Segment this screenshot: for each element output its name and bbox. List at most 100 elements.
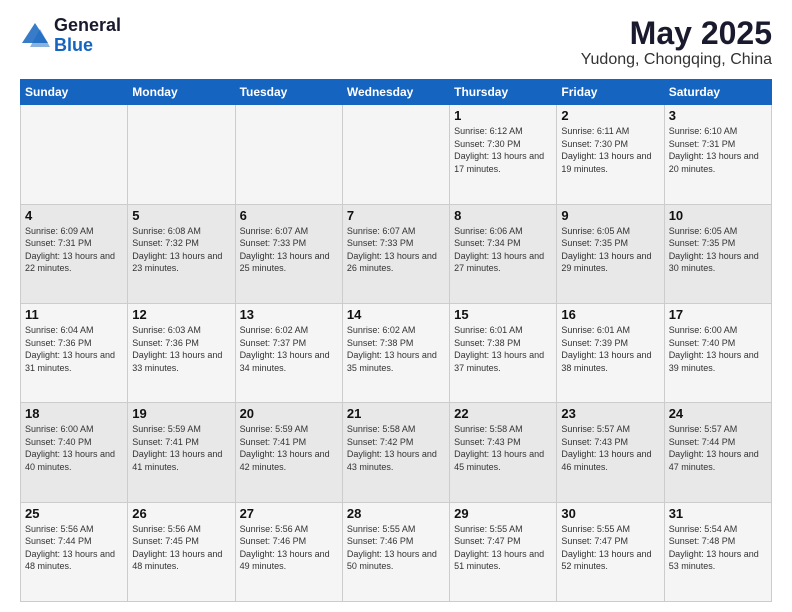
calendar-cell: 6Sunrise: 6:07 AM Sunset: 7:33 PM Daylig… [235, 204, 342, 303]
day-info: Sunrise: 6:01 AM Sunset: 7:38 PM Dayligh… [454, 324, 552, 374]
weekday-header-monday: Monday [128, 80, 235, 105]
calendar-cell: 5 Sunrise: 6:08 AM Sunset: 7:32 PM Daylig… [128, 204, 235, 303]
day-number: 5 [132, 208, 230, 223]
calendar-cell: 20Sunrise: 5:59 AM Sunset: 7:41 PM Dayli… [235, 403, 342, 502]
logo-general: General [54, 16, 121, 36]
day-number: 30 [561, 506, 659, 521]
day-number: 25 [25, 506, 123, 521]
calendar-cell: 31 Sunrise: 5:54 AM Sunset: 7:48 PM Dayli… [664, 502, 771, 601]
day-info: Sunrise: 6:08 AM Sunset: 7:32 PM Dayligh… [132, 225, 230, 275]
logo-blue: Blue [54, 36, 121, 56]
day-info: Sunrise: 6:04 AM Sunset: 7:36 PM Dayligh… [25, 324, 123, 374]
calendar-cell: 21 Sunrise: 5:58 AM Sunset: 7:42 PM Dayli… [342, 403, 449, 502]
day-number: 18 [25, 406, 123, 421]
day-info: Sunrise: 6:03 AM Sunset: 7:36 PM Dayligh… [132, 324, 230, 374]
day-number: 24 [669, 406, 767, 421]
calendar-cell: 1Sunrise: 6:12 AM Sunset: 7:30 PM Daylig… [450, 105, 557, 204]
day-info: Sunrise: 6:00 AM Sunset: 7:40 PM Dayligh… [25, 423, 123, 473]
calendar-cell: 3 Sunrise: 6:10 AM Sunset: 7:31 PM Daylig… [664, 105, 771, 204]
day-info: Sunrise: 5:56 AM Sunset: 7:45 PM Dayligh… [132, 523, 230, 573]
day-number: 29 [454, 506, 552, 521]
calendar-cell: 9 Sunrise: 6:05 AM Sunset: 7:35 PM Daylig… [557, 204, 664, 303]
day-number: 8 [454, 208, 552, 223]
day-info: Sunrise: 5:57 AM Sunset: 7:44 PM Dayligh… [669, 423, 767, 473]
day-info: Sunrise: 6:05 AM Sunset: 7:35 PM Dayligh… [669, 225, 767, 275]
calendar-cell: 14 Sunrise: 6:02 AM Sunset: 7:38 PM Dayli… [342, 303, 449, 402]
week-row-1: 1Sunrise: 6:12 AM Sunset: 7:30 PM Daylig… [21, 105, 772, 204]
calendar-cell: 29 Sunrise: 5:55 AM Sunset: 7:47 PM Dayli… [450, 502, 557, 601]
day-number: 9 [561, 208, 659, 223]
day-number: 19 [132, 406, 230, 421]
weekday-header-wednesday: Wednesday [342, 80, 449, 105]
day-info: Sunrise: 5:55 AM Sunset: 7:47 PM Dayligh… [454, 523, 552, 573]
day-info: Sunrise: 5:55 AM Sunset: 7:47 PM Dayligh… [561, 523, 659, 573]
day-number: 16 [561, 307, 659, 322]
day-info: Sunrise: 6:06 AM Sunset: 7:34 PM Dayligh… [454, 225, 552, 275]
calendar-cell: 18 Sunrise: 6:00 AM Sunset: 7:40 PM Dayli… [21, 403, 128, 502]
day-info: Sunrise: 6:02 AM Sunset: 7:38 PM Dayligh… [347, 324, 445, 374]
day-number: 11 [25, 307, 123, 322]
calendar-cell: 25 Sunrise: 5:56 AM Sunset: 7:44 PM Dayli… [21, 502, 128, 601]
week-row-5: 25 Sunrise: 5:56 AM Sunset: 7:44 PM Dayli… [21, 502, 772, 601]
day-number: 15 [454, 307, 552, 322]
page: General Blue May 2025 Yudong, Chongqing,… [0, 0, 792, 612]
day-number: 2 [561, 108, 659, 123]
day-info: Sunrise: 6:00 AM Sunset: 7:40 PM Dayligh… [669, 324, 767, 374]
day-number: 26 [132, 506, 230, 521]
weekday-header-friday: Friday [557, 80, 664, 105]
day-info: Sunrise: 6:09 AM Sunset: 7:31 PM Dayligh… [25, 225, 123, 275]
calendar-cell [21, 105, 128, 204]
day-info: Sunrise: 6:11 AM Sunset: 7:30 PM Dayligh… [561, 125, 659, 175]
weekday-header-sunday: Sunday [21, 80, 128, 105]
calendar-cell: 13Sunrise: 6:02 AM Sunset: 7:37 PM Dayli… [235, 303, 342, 402]
calendar-cell: 30 Sunrise: 5:55 AM Sunset: 7:47 PM Dayli… [557, 502, 664, 601]
day-number: 17 [669, 307, 767, 322]
calendar-cell: 23Sunrise: 5:57 AM Sunset: 7:43 PM Dayli… [557, 403, 664, 502]
day-info: Sunrise: 5:55 AM Sunset: 7:46 PM Dayligh… [347, 523, 445, 573]
day-info: Sunrise: 5:56 AM Sunset: 7:46 PM Dayligh… [240, 523, 338, 573]
day-number: 31 [669, 506, 767, 521]
day-number: 28 [347, 506, 445, 521]
calendar-cell: 17 Sunrise: 6:00 AM Sunset: 7:40 PM Dayli… [664, 303, 771, 402]
day-info: Sunrise: 6:07 AM Sunset: 7:33 PM Dayligh… [347, 225, 445, 275]
calendar-cell: 26 Sunrise: 5:56 AM Sunset: 7:45 PM Dayli… [128, 502, 235, 601]
day-info: Sunrise: 5:58 AM Sunset: 7:43 PM Dayligh… [454, 423, 552, 473]
day-info: Sunrise: 6:01 AM Sunset: 7:39 PM Dayligh… [561, 324, 659, 374]
calendar-cell: 8 Sunrise: 6:06 AM Sunset: 7:34 PM Daylig… [450, 204, 557, 303]
calendar-cell [235, 105, 342, 204]
week-row-3: 11 Sunrise: 6:04 AM Sunset: 7:36 PM Dayli… [21, 303, 772, 402]
weekday-header-row: SundayMondayTuesdayWednesdayThursdayFrid… [21, 80, 772, 105]
week-row-4: 18 Sunrise: 6:00 AM Sunset: 7:40 PM Dayli… [21, 403, 772, 502]
logo-text: General Blue [54, 16, 121, 56]
day-info: Sunrise: 6:10 AM Sunset: 7:31 PM Dayligh… [669, 125, 767, 175]
calendar-cell: 22 Sunrise: 5:58 AM Sunset: 7:43 PM Dayli… [450, 403, 557, 502]
calendar-cell [342, 105, 449, 204]
logo-icon [20, 21, 50, 51]
day-number: 14 [347, 307, 445, 322]
day-number: 7 [347, 208, 445, 223]
day-number: 22 [454, 406, 552, 421]
day-info: Sunrise: 6:07 AM Sunset: 7:33 PM Dayligh… [240, 225, 338, 275]
calendar-cell: 11 Sunrise: 6:04 AM Sunset: 7:36 PM Dayli… [21, 303, 128, 402]
calendar-cell: 7 Sunrise: 6:07 AM Sunset: 7:33 PM Daylig… [342, 204, 449, 303]
day-info: Sunrise: 5:59 AM Sunset: 7:41 PM Dayligh… [132, 423, 230, 473]
day-info: Sunrise: 5:58 AM Sunset: 7:42 PM Dayligh… [347, 423, 445, 473]
day-number: 1 [454, 108, 552, 123]
day-number: 3 [669, 108, 767, 123]
calendar-cell: 24 Sunrise: 5:57 AM Sunset: 7:44 PM Dayli… [664, 403, 771, 502]
month-title: May 2025 [581, 16, 772, 51]
day-info: Sunrise: 5:57 AM Sunset: 7:43 PM Dayligh… [561, 423, 659, 473]
calendar-cell: 2 Sunrise: 6:11 AM Sunset: 7:30 PM Daylig… [557, 105, 664, 204]
weekday-header-tuesday: Tuesday [235, 80, 342, 105]
day-info: Sunrise: 6:02 AM Sunset: 7:37 PM Dayligh… [240, 324, 338, 374]
calendar-cell: 28 Sunrise: 5:55 AM Sunset: 7:46 PM Dayli… [342, 502, 449, 601]
title-area: May 2025 Yudong, Chongqing, China [581, 16, 772, 69]
calendar-cell: 15 Sunrise: 6:01 AM Sunset: 7:38 PM Dayli… [450, 303, 557, 402]
day-info: Sunrise: 5:56 AM Sunset: 7:44 PM Dayligh… [25, 523, 123, 573]
day-number: 20 [240, 406, 338, 421]
logo: General Blue [20, 16, 121, 56]
day-info: Sunrise: 6:05 AM Sunset: 7:35 PM Dayligh… [561, 225, 659, 275]
calendar-cell: 12Sunrise: 6:03 AM Sunset: 7:36 PM Dayli… [128, 303, 235, 402]
day-number: 21 [347, 406, 445, 421]
day-info: Sunrise: 5:54 AM Sunset: 7:48 PM Dayligh… [669, 523, 767, 573]
